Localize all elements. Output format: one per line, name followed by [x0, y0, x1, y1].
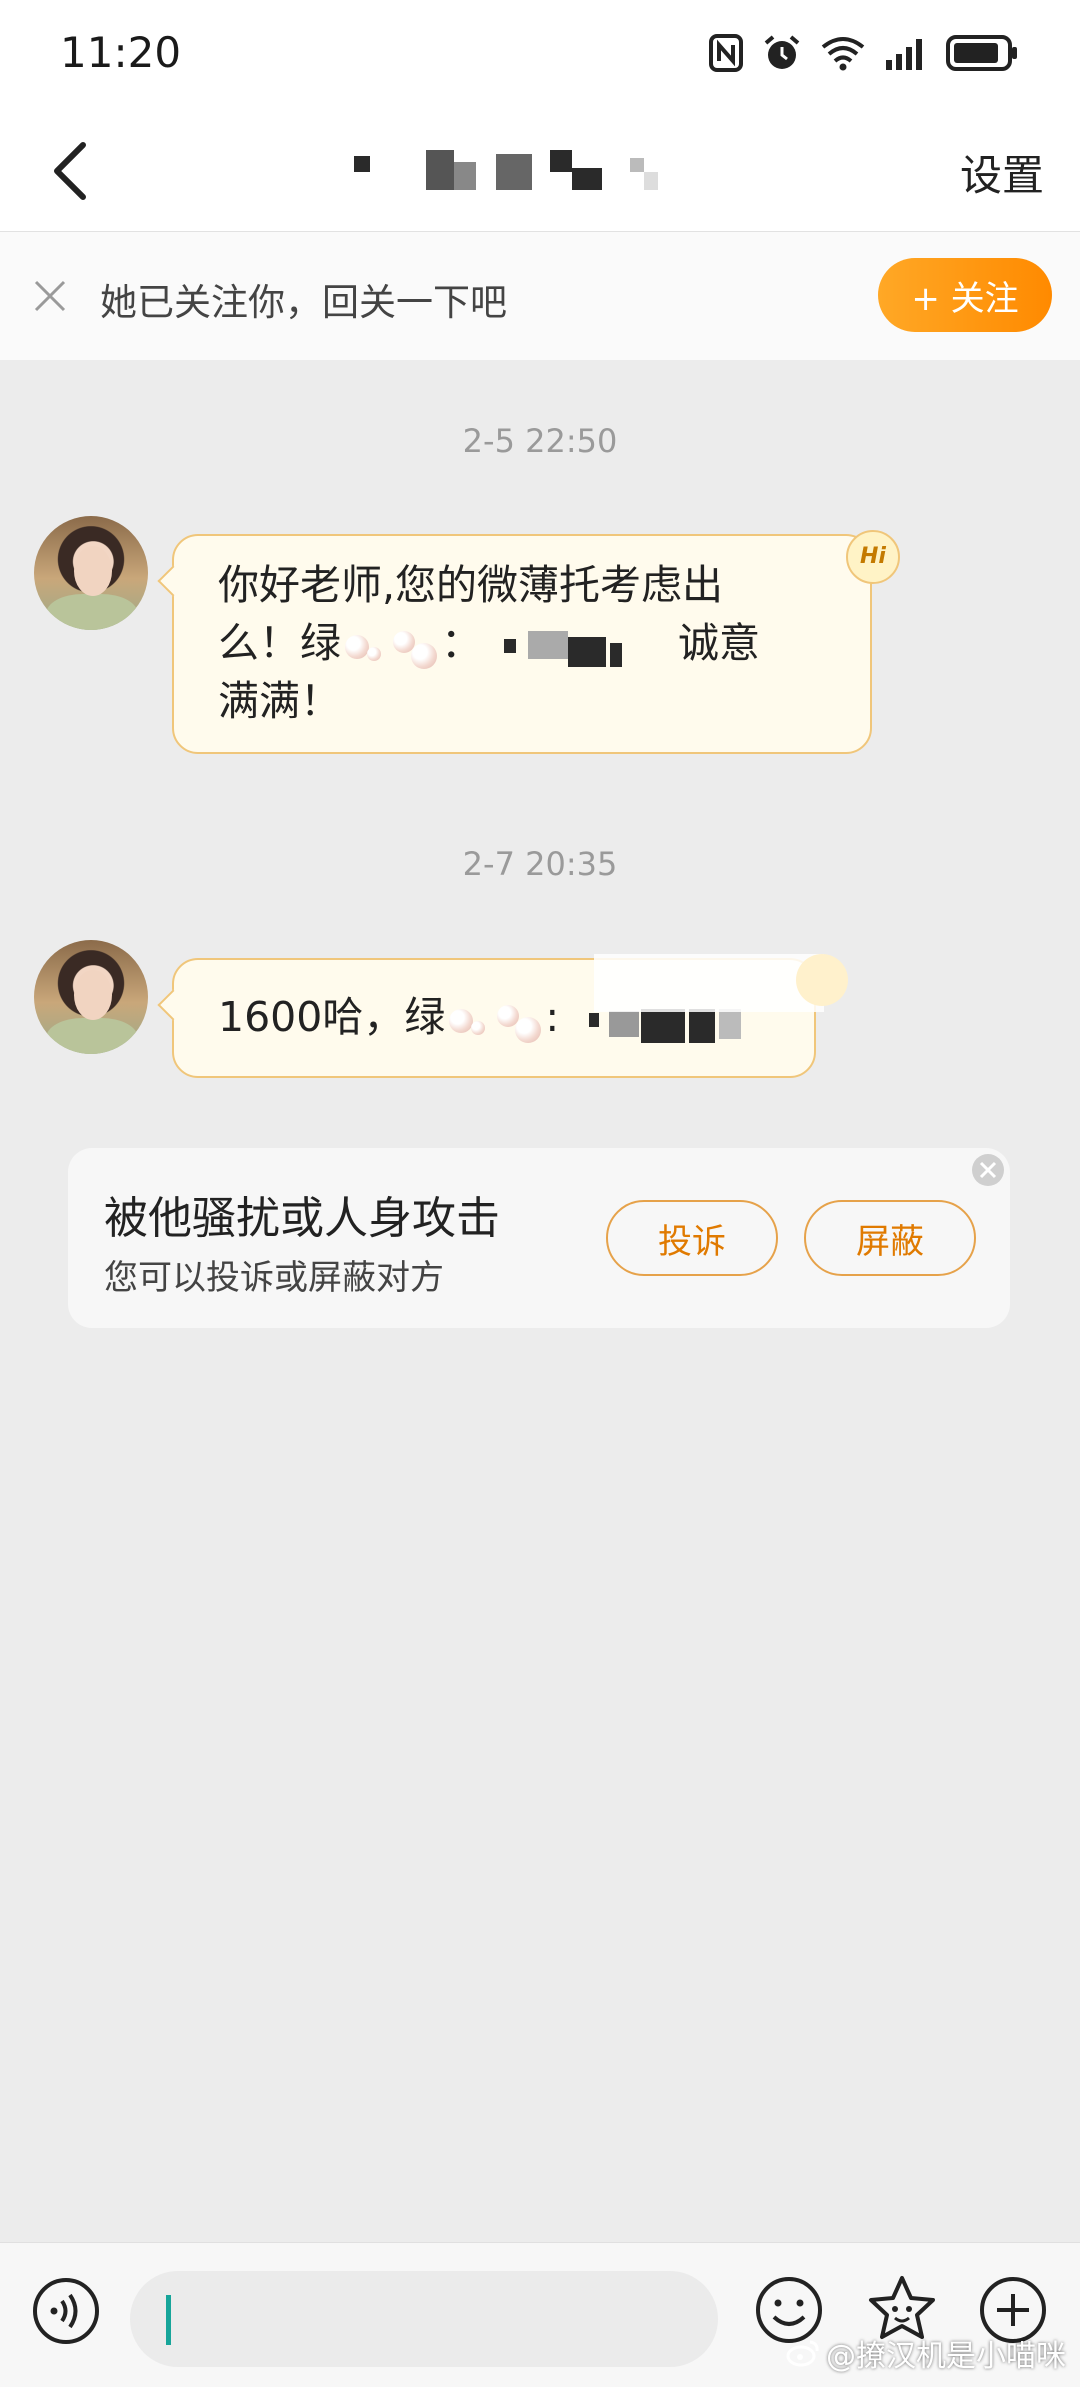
message-bubble[interactable]: 1600哈，绿:: [157, 954, 848, 1078]
hi-badge-icon: Hi: [846, 530, 900, 584]
message-text: 么！绿: [218, 619, 341, 667]
redacted-id: [504, 621, 664, 671]
weibo-logo-icon: [786, 2340, 819, 2367]
back-button[interactable]: [34, 136, 104, 206]
wifi-icon: [821, 37, 865, 71]
watermark: @撩汉机是小喵咪: [786, 2331, 1066, 2375]
message-line: 满满！: [218, 677, 341, 725]
pearl-emoji-icon: [341, 621, 441, 671]
battery-icon: [946, 35, 1017, 71]
message-bubble[interactable]: 你好老师,您的微薄托考虑出 么！绿 ： 诚意 满满！ Hi: [157, 530, 900, 754]
pixelated-contact-name: [340, 150, 740, 196]
close-icon[interactable]: [970, 1152, 1006, 1188]
image-glare: [594, 954, 824, 1012]
message-timestamp: 2-5 22:50: [462, 422, 618, 460]
status-icons: [708, 30, 1018, 76]
signal-icon: [886, 39, 922, 70]
block-button[interactable]: 屏蔽: [804, 1200, 976, 1276]
report-button[interactable]: 投诉: [606, 1200, 778, 1276]
harassment-report-card: 被他骚扰或人身攻击 您可以投诉或屏蔽对方 投诉 屏蔽: [68, 1148, 1010, 1328]
watermark-text: @撩汉机是小喵咪: [826, 2339, 1066, 2374]
safety-card-title: 被他骚扰或人身攻击: [104, 1193, 500, 1244]
message-input-bar: @撩汉机是小喵咪: [0, 2242, 1080, 2387]
message-line: 么！绿 ： 诚意: [218, 614, 830, 672]
avatar[interactable]: [34, 516, 148, 630]
message-input[interactable]: [130, 2271, 718, 2367]
close-icon[interactable]: [30, 276, 70, 316]
chevron-left-icon: [54, 142, 86, 200]
safety-card-subtitle: 您可以投诉或屏蔽对方: [104, 1258, 444, 1298]
chat-header: 设置: [0, 110, 1080, 232]
follow-button[interactable]: + 关注: [878, 258, 1052, 332]
pearl-emoji-icon: [445, 995, 545, 1045]
follow-banner-text: 她已关注你，回关一下吧: [100, 281, 507, 324]
message-text: 诚意: [678, 619, 760, 667]
nfc-icon: [709, 34, 743, 72]
status-time: 11:20: [60, 28, 182, 77]
message-timestamp: 2-7 20:35: [462, 845, 618, 883]
message-text: 1600哈，绿: [218, 993, 446, 1041]
alarm-icon: [764, 35, 800, 69]
voice-icon[interactable]: [32, 2277, 100, 2345]
text-caret: [166, 2295, 171, 2345]
message-line: 你好老师,您的微薄托考虑出: [218, 561, 724, 609]
avatar[interactable]: [34, 940, 148, 1054]
follow-back-banner: 她已关注你，回关一下吧 + 关注: [0, 232, 1080, 360]
message-text: ：: [441, 619, 482, 667]
status-bar: 11:20: [0, 0, 1080, 110]
settings-button[interactable]: 设置: [960, 142, 1044, 203]
message-text: :: [545, 993, 560, 1041]
hi-badge-icon: [796, 954, 848, 1006]
